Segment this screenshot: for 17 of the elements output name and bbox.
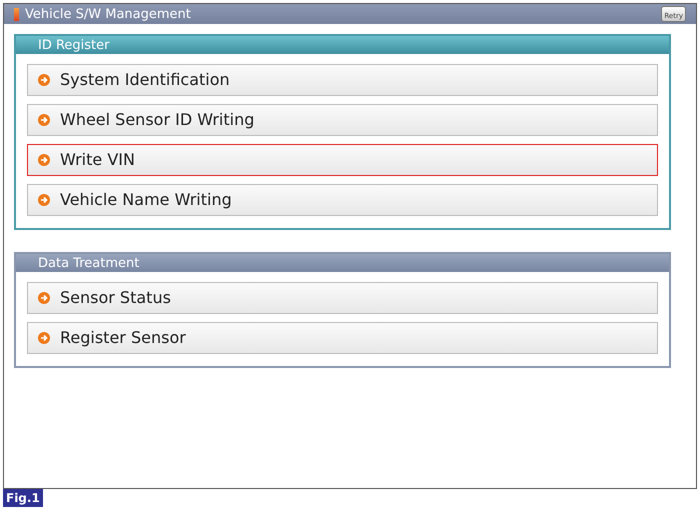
app-icon bbox=[14, 8, 19, 20]
menu-item[interactable]: Write VIN bbox=[27, 144, 658, 176]
menu-item[interactable]: Sensor Status bbox=[27, 282, 658, 314]
arrow-right-icon bbox=[38, 154, 50, 166]
menu-item[interactable]: System Identification bbox=[27, 64, 658, 96]
menu-item[interactable]: Register Sensor bbox=[27, 322, 658, 354]
window-title: Vehicle S/W Management bbox=[25, 8, 191, 20]
arrow-right-icon bbox=[38, 194, 50, 206]
arrow-right-icon bbox=[38, 292, 50, 304]
arrow-right-icon bbox=[38, 332, 50, 344]
figure-label: Fig.1 bbox=[3, 489, 43, 507]
arrow-right-icon bbox=[38, 74, 50, 86]
menu-item[interactable]: Vehicle Name Writing bbox=[27, 184, 658, 216]
section-header: ID Register bbox=[16, 36, 669, 54]
arrow-right-icon bbox=[38, 114, 50, 126]
section-header: Data Treatment bbox=[16, 254, 669, 272]
menu-item[interactable]: Wheel Sensor ID Writing bbox=[27, 104, 658, 136]
